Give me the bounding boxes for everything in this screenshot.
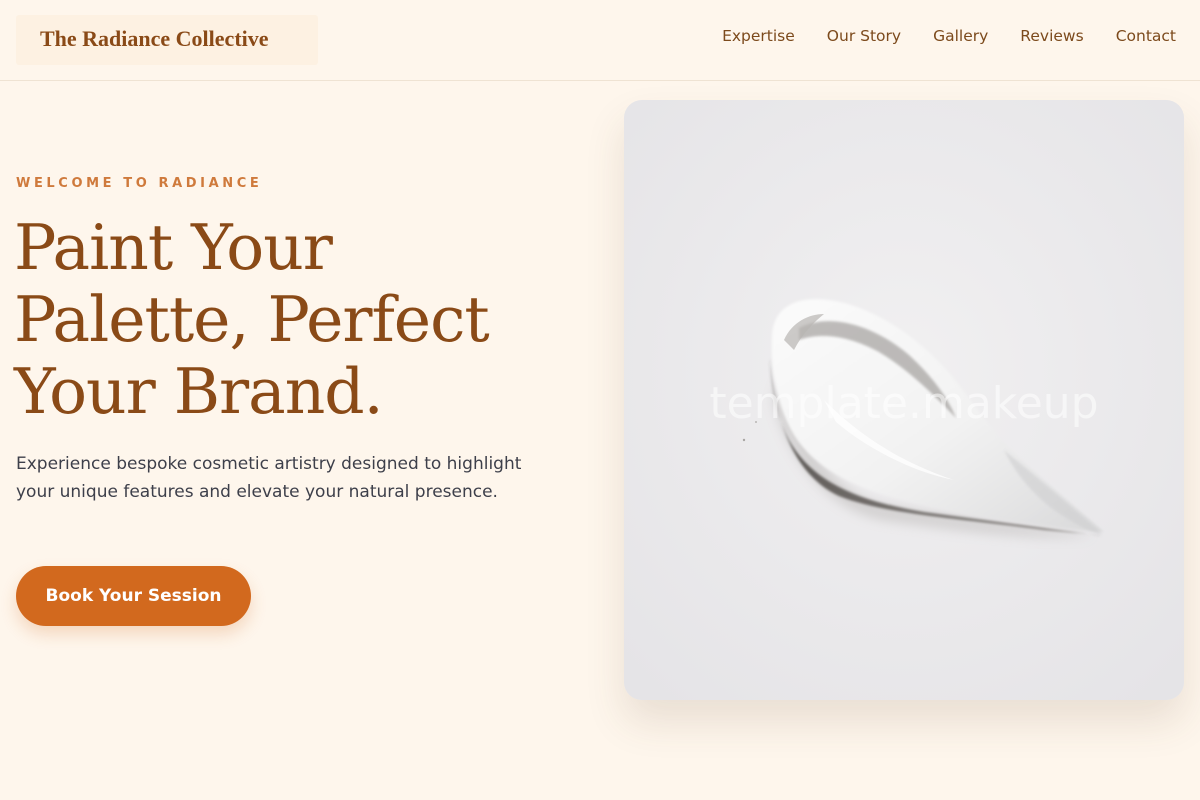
headline-line-2: Palette, Perfect — [14, 283, 490, 356]
hero-image: template.makeup — [624, 100, 1184, 700]
hero-headline: Paint Your Palette, Perfect Your Brand. — [14, 212, 574, 428]
nav-link-reviews[interactable]: Reviews — [1020, 27, 1083, 45]
hero-subtext: Experience bespoke cosmetic artistry des… — [16, 454, 522, 502]
cream-swatch-illustration — [624, 100, 1184, 700]
site-header: The Radiance Collective Expertise Our St… — [0, 0, 1200, 81]
nav-link-our-story[interactable]: Our Story — [827, 27, 901, 45]
headline-line-3: Your Brand. — [14, 355, 384, 428]
hero-eyebrow: WELCOME TO RADIANCE — [16, 176, 263, 191]
brand-name: The Radiance Collective — [40, 26, 269, 51]
main-nav: Expertise Our Story Gallery Reviews Cont… — [722, 27, 1176, 45]
headline-line-1: Paint Your — [14, 211, 333, 284]
nav-link-expertise[interactable]: Expertise — [722, 27, 795, 45]
nav-link-gallery[interactable]: Gallery — [933, 27, 988, 45]
book-session-button[interactable]: Book Your Session — [16, 566, 251, 626]
brand-logo[interactable]: The Radiance Collective — [16, 15, 318, 65]
nav-link-contact[interactable]: Contact — [1116, 27, 1176, 45]
